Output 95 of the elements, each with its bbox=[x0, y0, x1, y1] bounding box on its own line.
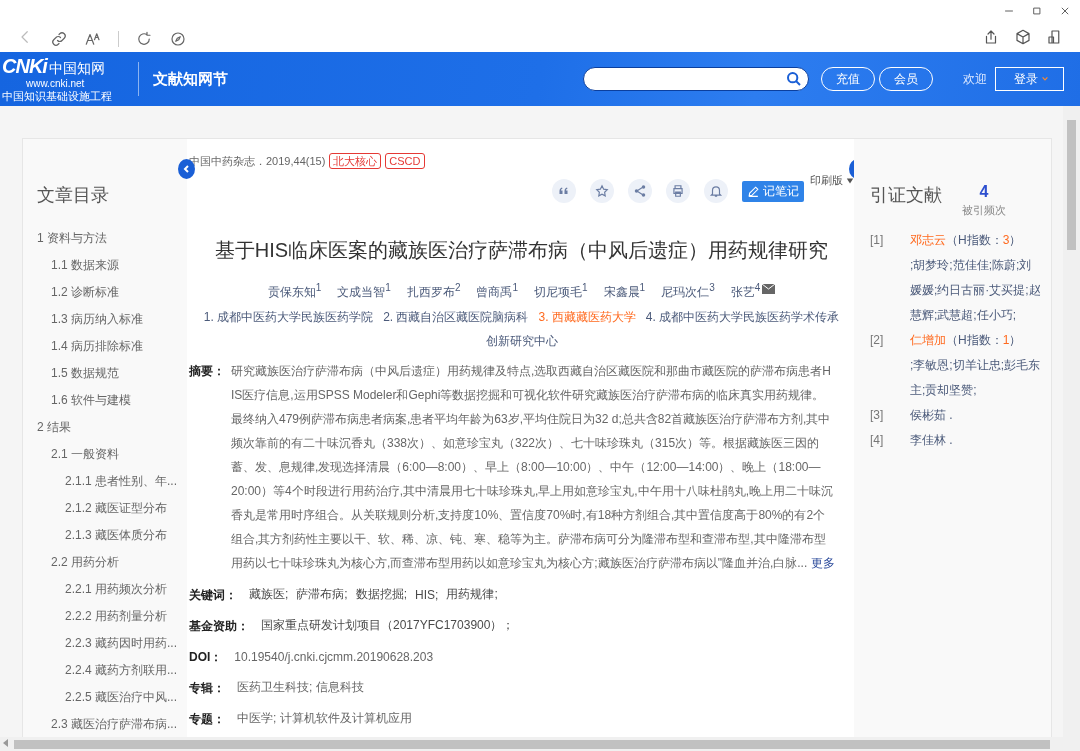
toc-item[interactable]: 1.6 软件与建模 bbox=[37, 393, 131, 407]
welcome-text: 欢迎 bbox=[963, 70, 987, 88]
field-value: 10.19540/j.cnki.cjcmm.20190628.203 bbox=[234, 649, 434, 664]
section-title: 文献知网节 bbox=[153, 69, 228, 89]
field-label: 专题： bbox=[189, 710, 225, 728]
toc-item[interactable]: 2.2.3 藏药因时用药... bbox=[37, 636, 178, 650]
citation-author[interactable]: 李佳林 . bbox=[910, 433, 953, 447]
toc-item[interactable]: 2 结果 bbox=[37, 420, 71, 434]
toc-item[interactable]: 1.5 数据规范 bbox=[37, 366, 119, 380]
toc-item[interactable]: 1.2 诊断标准 bbox=[37, 285, 119, 299]
search-field[interactable] bbox=[583, 67, 809, 91]
citation-author[interactable]: 侯彬茹 . bbox=[910, 408, 953, 422]
login-button[interactable]: 登录 bbox=[995, 67, 1064, 91]
abstract-line: 组合,其方剂药性主要以干、软、稀、凉、钝、寒、稳等为主。萨滞布病可分为隆滞布型和查滞布型,其中隆滞布型 bbox=[231, 531, 827, 548]
reload-icon[interactable] bbox=[135, 30, 153, 48]
toc-item[interactable]: 2.2.4 藏药方剂联用... bbox=[37, 663, 178, 677]
h-index: （H指数：1） bbox=[946, 333, 1022, 347]
citation-number: [1] bbox=[870, 232, 885, 249]
toc-item[interactable]: 1 资料与方法 bbox=[37, 231, 107, 245]
field-value: 医药卫生科技; 信息科技 bbox=[237, 679, 364, 696]
toc-item[interactable]: 2.1.1 患者性别、年... bbox=[37, 474, 178, 488]
maximize-icon[interactable] bbox=[1030, 4, 1044, 18]
field-label: 专辑： bbox=[189, 679, 225, 697]
citation-number: [4] bbox=[870, 432, 885, 449]
abstract-line: IS医疗信息,运用SPSS Modeler和Gephi等数据挖掘和可视化软件研究藏族医治疗萨滞布病的临床真实用药规律。 bbox=[231, 387, 826, 404]
field-label: DOI： bbox=[189, 648, 223, 666]
abstract-line: 20:00）等4个时段进行用药治疗,其中清晨用七十味珍珠丸,早上用如意珍宝丸,中午用十八味杜鹃丸,晚上用二十味沉 bbox=[231, 483, 835, 500]
horizontal-scrollbar-thumb[interactable] bbox=[14, 740, 1050, 749]
citation-number: [3] bbox=[870, 407, 885, 424]
field-label: 基金资助： bbox=[189, 617, 249, 635]
bell-icon[interactable] bbox=[704, 179, 728, 203]
toc-item[interactable]: 2.2.2 用药剂量分析 bbox=[37, 609, 168, 623]
text-size-icon[interactable] bbox=[84, 30, 102, 48]
toc-item[interactable]: 2.1.2 藏医证型分布 bbox=[37, 501, 168, 515]
field-link[interactable]: 藏族医; bbox=[249, 586, 289, 603]
vertical-scrollbar-thumb[interactable] bbox=[1067, 120, 1076, 250]
print-icon[interactable] bbox=[666, 179, 690, 203]
toc-item[interactable]: 2.1 一般资料 bbox=[37, 447, 119, 461]
cnki-logo[interactable]: CNKi中国知网 www.cnki.net 中国知识基础设施工程 bbox=[0, 55, 130, 103]
more-link[interactable]: 更多 bbox=[811, 551, 836, 575]
toc-item[interactable]: 1.4 病历排除标准 bbox=[37, 339, 143, 353]
field-link[interactable]: 国家重点研发计划项目（2017YFC1703900）； bbox=[261, 617, 515, 634]
search-icon[interactable] bbox=[786, 71, 802, 87]
coauthor-list: ;胡梦玲;范佳佳;陈蔚;刘媛媛;约日古丽·艾买提;赵慧辉;武慧超;任小巧; bbox=[910, 253, 1042, 328]
field-link[interactable]: HIS; bbox=[415, 587, 439, 602]
index-tag: CSCD bbox=[385, 153, 425, 169]
toc-item[interactable]: 2.1.3 藏医体质分布 bbox=[37, 528, 168, 542]
affiliation-link[interactable]: 1. 成都中医药大学民族医药学院 bbox=[203, 305, 374, 329]
author-link[interactable]: 扎西罗布$^{2}$ bbox=[406, 284, 461, 301]
citation-number: [2] bbox=[870, 332, 885, 349]
toc-title: 文章目录 bbox=[37, 184, 110, 207]
take-notes-button[interactable]: 记笔记 bbox=[742, 180, 804, 202]
field-link[interactable]: 萨滞布病; bbox=[296, 586, 348, 603]
h-index: （H指数：3） bbox=[946, 233, 1022, 247]
field-label: 关键词： bbox=[189, 586, 237, 604]
field-value: 中医学; 计算机软件及计算机应用 bbox=[237, 710, 412, 727]
abstract-label: 摘要： bbox=[189, 363, 226, 380]
affiliation-link[interactable]: 2. 西藏自治区藏医院脑病科 bbox=[383, 305, 529, 329]
email-icon[interactable] bbox=[762, 284, 776, 294]
author-link[interactable]: 文成当智$^{1}$ bbox=[337, 284, 391, 301]
author-link[interactable]: 尼玛次仁$^{3}$ bbox=[661, 284, 715, 301]
author-link[interactable]: 贡保东知$^{1}$ bbox=[267, 284, 322, 301]
toc-item[interactable]: 1.3 病历纳入标准 bbox=[37, 312, 143, 326]
abstract-line: 香丸是常用时序组合。从关联规则分析,支持度10%、置信度70%时,有18种方剂组合,其中置信度高于80%的有2个 bbox=[231, 507, 827, 524]
author-link[interactable]: 曾商禹$^{1}$ bbox=[476, 284, 518, 301]
citation-count: 4 bbox=[979, 183, 989, 201]
share-icon[interactable] bbox=[628, 179, 652, 203]
abstract-line: 最终纳入479例萨滞布病患者病案,患者平均年龄为63岁,平均住院日为32 d;总共含82首藏族医治疗萨滞布方剂,其中 bbox=[231, 411, 832, 428]
toc-item[interactable]: 2.3 藏医治疗萨滞布病... bbox=[37, 717, 178, 731]
affiliation-link[interactable]: 4. 成都中医药大学民族医药学术传承 bbox=[645, 305, 840, 329]
cube-icon[interactable] bbox=[1014, 28, 1032, 46]
author-link[interactable]: 切尼项毛$^{1}$ bbox=[534, 284, 588, 301]
index-tag: 北大核心 bbox=[329, 153, 382, 169]
toc-item[interactable]: 2.2.5 藏医治疗中风... bbox=[37, 690, 178, 704]
affiliation-link[interactable]: 创新研究中心 bbox=[485, 329, 558, 353]
field-link[interactable]: 数据挖掘; bbox=[355, 586, 408, 603]
coauthor-list: ;李敏恩;切羊让忠;彭毛东主;贡却坚赞; bbox=[910, 353, 1042, 403]
abstract-line: 用药以七十味珍珠丸为核心方,而查滞布型用药以如意珍宝丸为核心方;藏族医治疗萨滞布病以"隆血并治,白脉... bbox=[231, 555, 808, 572]
pencil-icon bbox=[747, 184, 760, 198]
author-link[interactable]: 张艺$^{4}$ bbox=[730, 284, 761, 301]
link-icon[interactable] bbox=[50, 30, 68, 48]
abstract-line: 研究藏族医治疗萨滞布病（中风后遗症）用药规律及特点,选取西藏自治区藏医院和那曲市藏医院的萨滞布病患者H bbox=[231, 363, 832, 380]
toc-item[interactable]: 2.2 用药分析 bbox=[37, 555, 119, 569]
author-link[interactable]: 宋鑫晨$^{1}$ bbox=[603, 284, 646, 301]
compass-icon[interactable] bbox=[169, 30, 187, 48]
quote-icon[interactable] bbox=[552, 179, 576, 203]
citation-count-label: 被引频次 bbox=[962, 203, 1006, 218]
article-title: 基于HIS临床医案的藏族医治疗萨滞布病（中风后遗症）用药规律研究 bbox=[213, 238, 830, 263]
field-link[interactable]: 用药规律; bbox=[446, 586, 498, 603]
toc-item[interactable]: 1.1 数据来源 bbox=[37, 258, 119, 272]
abstract-line: 频次靠前的有二十味沉香丸（338次）、如意珍宝丸（322次）、七十味珍珠丸（315次）等。根据藏族医三因的 bbox=[231, 435, 821, 452]
abstract-line: 蓄、发、息规律,发现选择清晨（6:00—8:00）、早上（8:00—10:00）、中午（12:00—14:00）、晚上（18:00— bbox=[231, 459, 822, 476]
citations-title: 引证文献 bbox=[870, 184, 942, 207]
print-version-dropdown[interactable]: 印刷版 bbox=[810, 173, 854, 188]
toc-item[interactable]: 2.2.1 用药频次分析 bbox=[37, 582, 168, 596]
